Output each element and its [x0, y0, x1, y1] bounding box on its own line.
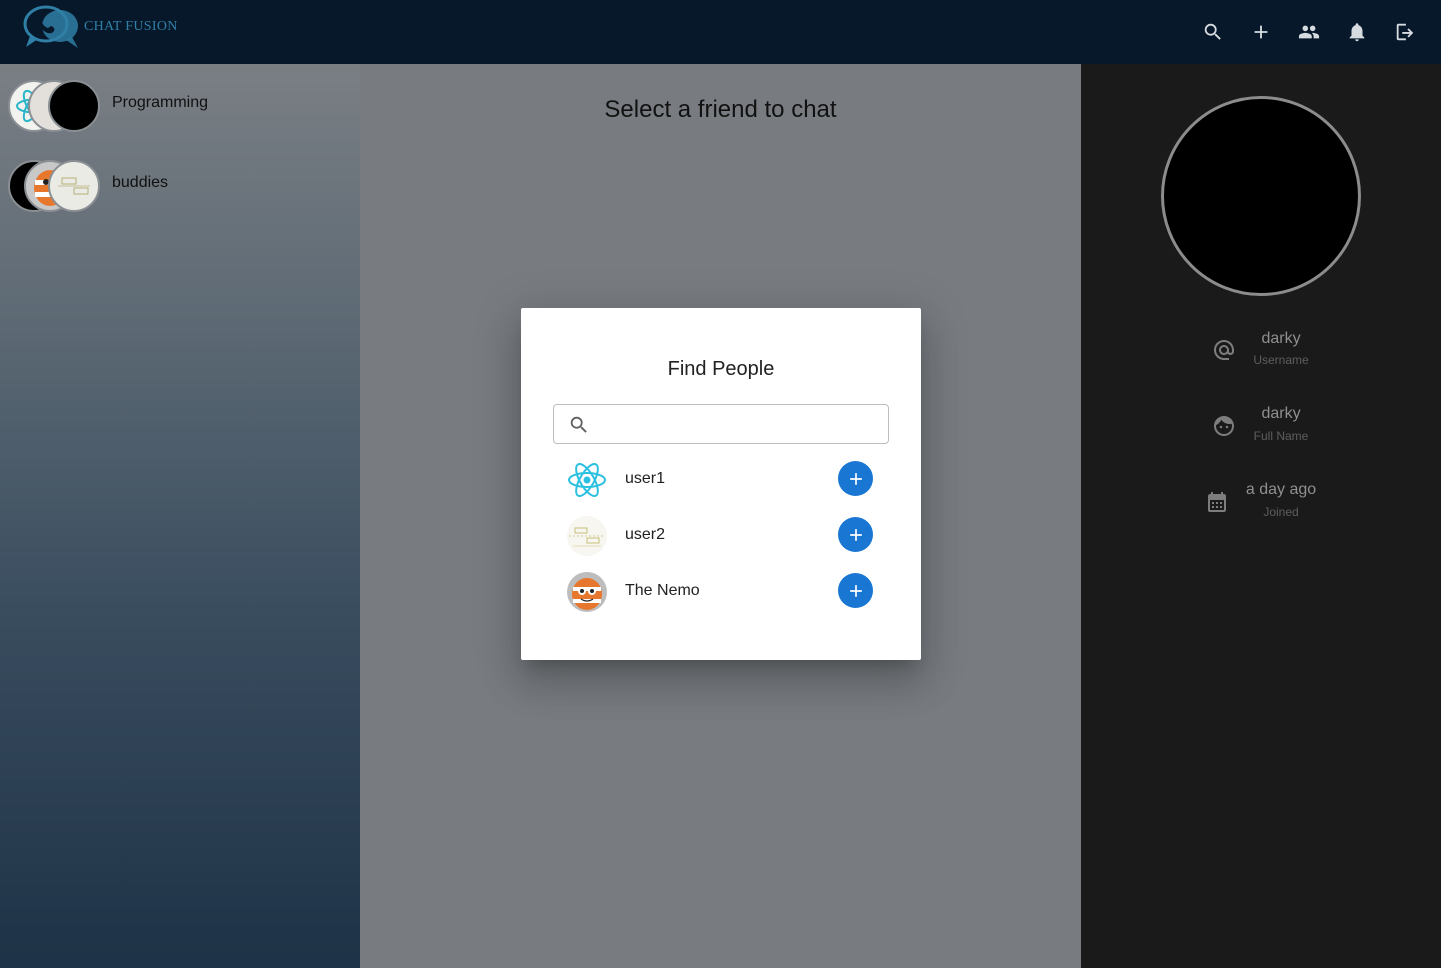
list-item: user2 — [567, 514, 877, 558]
search-icon[interactable] — [1201, 16, 1225, 48]
profile-joined: a day ago Joined — [1081, 479, 1441, 529]
add-friend-button[interactable] — [838, 461, 873, 496]
add-icon[interactable] — [1249, 16, 1273, 48]
add-icon — [849, 472, 862, 485]
group-avatar-stack — [8, 78, 104, 134]
add-friend-button[interactable] — [838, 573, 873, 608]
avatar — [48, 80, 100, 132]
chat-logo-icon — [22, 4, 80, 50]
avatar — [567, 460, 607, 500]
group-avatar-stack — [8, 158, 104, 214]
add-icon — [849, 584, 862, 597]
user-name: user2 — [625, 526, 666, 543]
user-name: The Nemo — [625, 582, 700, 599]
group-icon[interactable] — [1297, 16, 1321, 48]
list-item: The Nemo — [567, 570, 877, 614]
user-name: user1 — [625, 470, 666, 487]
search-input[interactable] — [598, 411, 878, 437]
profile-username: darky Username — [1081, 328, 1441, 378]
search-icon — [568, 414, 590, 436]
app-title: CHAT FUSION — [84, 19, 178, 34]
add-icon — [849, 528, 862, 541]
notifications-icon[interactable] — [1345, 16, 1369, 48]
profile-full-name: darky Full Name — [1081, 403, 1441, 453]
joined-label: Joined — [1263, 505, 1299, 519]
list-item: user1 — [567, 458, 877, 502]
groups-sidebar: Programming buddies — [0, 64, 360, 968]
toolbar-actions — [1201, 16, 1417, 48]
logout-icon[interactable] — [1393, 16, 1417, 48]
full-name-label: Full Name — [1253, 429, 1309, 443]
empty-chat-message: Select a friend to chat — [604, 96, 837, 123]
app-bar: CHAT FUSION — [0, 0, 1441, 64]
dialog-title: Find People — [667, 358, 775, 380]
joined-value: a day ago — [1245, 481, 1317, 498]
profile-avatar — [1161, 96, 1361, 296]
username-label: Username — [1253, 353, 1309, 367]
username-value: darky — [1261, 330, 1301, 347]
group-item-programming[interactable]: Programming — [8, 78, 348, 134]
avatar — [567, 572, 607, 612]
find-people-dialog: Find People user1 user2 The Nemo — [521, 308, 921, 660]
group-name: buddies — [112, 174, 169, 191]
full-name-value: darky — [1261, 405, 1301, 422]
add-friend-button[interactable] — [838, 517, 873, 552]
search-field[interactable] — [553, 404, 889, 444]
group-name: Programming — [112, 94, 209, 111]
avatar — [48, 160, 100, 212]
profile-panel: darky Username darky Full Name a day ago… — [1081, 64, 1441, 968]
group-item-buddies[interactable]: buddies — [8, 158, 348, 214]
avatar — [567, 516, 607, 556]
app-logo[interactable]: CHAT FUSION — [22, 4, 182, 50]
